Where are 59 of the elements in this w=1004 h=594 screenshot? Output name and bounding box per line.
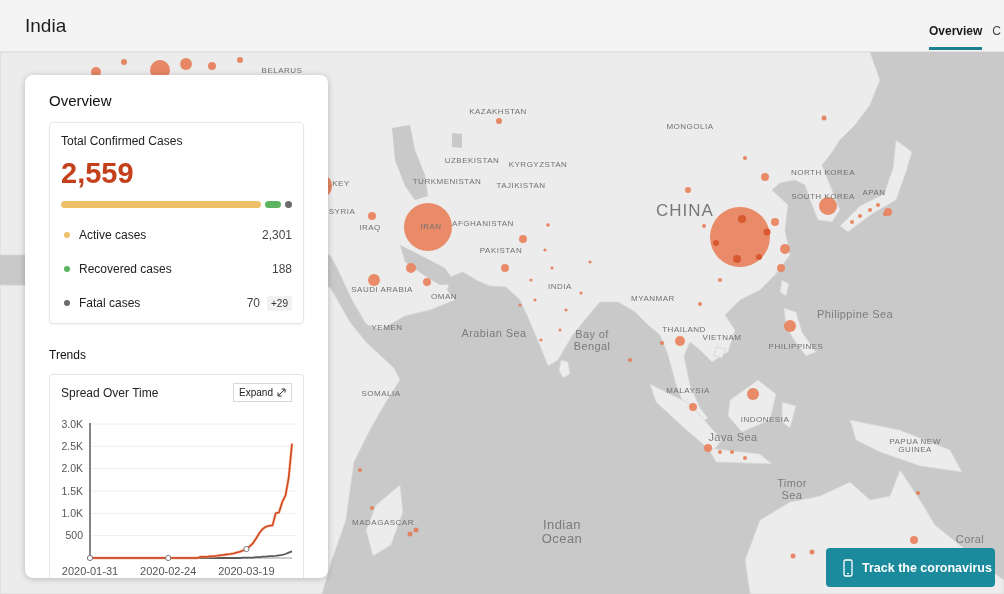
legend-label: Recovered cases [79, 262, 172, 276]
case-count: 70 [246, 296, 261, 310]
map-label: Arabian Sea [461, 328, 527, 340]
map-label: SOUTH KOREA [791, 192, 855, 202]
map-label: KYRGYZSTAN [508, 160, 568, 170]
case-count: 188 [271, 262, 292, 276]
map-label: CHINA [656, 203, 714, 219]
map-label: SYRIA [328, 207, 356, 217]
axis-label: 3.0K [61, 417, 83, 430]
map-label: SAUDI ARABIA [351, 285, 413, 295]
case-count: 2,301 [261, 228, 292, 242]
axis-label: 500 [65, 529, 83, 542]
change-badge: +29 [267, 295, 292, 311]
map-label: OMAN [431, 292, 457, 302]
legend-label: Active cases [79, 228, 147, 242]
map-label: KEY [332, 179, 350, 189]
axis-label: 2020-03-19 [218, 565, 275, 577]
map-label: Timor Sea [776, 478, 808, 502]
axis-label: 2.5K [61, 439, 83, 452]
axis-label: 1.0K [61, 506, 83, 519]
map-label: Philippine Sea [817, 309, 893, 321]
map-label: PAKISTAN [479, 246, 523, 256]
map-label: NORTH KOREA [791, 168, 855, 178]
map-label: TAJIKISTAN [496, 181, 546, 191]
map-label: MADAGASCAR [352, 518, 414, 528]
map-label: MONGOLIA [666, 122, 714, 132]
section-title: Trends [49, 348, 87, 362]
map-label: PHILIPPINES [768, 342, 824, 352]
summary-label: Total Confirmed Cases [61, 134, 184, 148]
map-label: VIETNAM [702, 333, 742, 343]
axis-label: 2020-02-24 [140, 565, 197, 577]
axis-label: 1.5K [61, 484, 83, 497]
map-label: SOMALIA [361, 389, 401, 399]
map-label: MALAYSIA [666, 386, 710, 396]
legend-label: Fatal cases [79, 296, 141, 310]
map-label: APAN [862, 188, 886, 198]
map-label: MYANMAR [631, 294, 675, 304]
map-label: IRAN [420, 222, 442, 232]
map-label: THAILAND [662, 325, 706, 335]
total-count: 2,559 [61, 157, 135, 189]
map-label: INDONESIA [740, 415, 790, 425]
map-label: IRAQ [359, 223, 381, 233]
axis-label: 2.0K [61, 462, 83, 475]
map-label: KAZAKHSTAN [469, 107, 527, 117]
map-label: Coral [955, 534, 985, 546]
page-title: India [25, 14, 67, 37]
map-label: Java Sea [708, 432, 758, 444]
map-label: YEMEN [371, 323, 403, 333]
map-label: TURKMENISTAN [412, 177, 482, 187]
panel-title: Overview [49, 92, 113, 110]
chart-title: Spread Over Time [61, 385, 159, 400]
map-label: Bay of Bengal [572, 329, 612, 353]
map-label: BELARUS [261, 66, 303, 76]
map-label: Indian Ocean [540, 518, 584, 546]
map-label: UZBEKISTAN [444, 156, 500, 166]
axis-label: 2020-01-31 [61, 565, 119, 577]
map-label: INDIA [548, 282, 572, 292]
map-label: PAPUA NEW GUINEA [888, 437, 942, 455]
map-label: AFGHANISTAN [452, 219, 514, 229]
